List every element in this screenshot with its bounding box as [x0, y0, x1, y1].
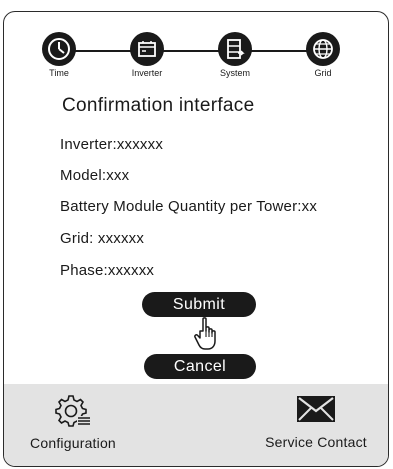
step-label-time: Time [49, 68, 69, 78]
step-time[interactable]: Time [29, 32, 89, 78]
bottom-nav: Configuration Service Contact [4, 384, 388, 466]
grid-value: Grid: xxxxxx [60, 230, 145, 247]
setup-stepper: Time Inverter System Grid [4, 12, 388, 97]
step-system[interactable]: System [205, 32, 265, 78]
page-title: Confirmation interface [62, 95, 255, 116]
model-value: Model:xxx [60, 167, 130, 184]
step-inverter[interactable]: Inverter [117, 32, 177, 78]
stepper-line [59, 50, 324, 52]
phase-value: Phase:xxxxxx [60, 262, 155, 279]
step-label-grid: Grid [314, 68, 332, 78]
envelope-icon [297, 396, 335, 422]
device-frame: Time Inverter System Grid Confirmation i… [3, 11, 389, 467]
step-label-inverter: Inverter [131, 68, 163, 78]
system-icon [218, 32, 252, 66]
step-label-system: System [219, 68, 250, 78]
battery-quantity-value: Battery Module Quantity per Tower:xx [60, 198, 318, 215]
step-grid[interactable]: Grid [293, 32, 353, 78]
hand-pointer-icon [194, 317, 216, 350]
configuration-label: Configuration [30, 435, 116, 451]
inverter-value: Inverter:xxxxxx [60, 136, 164, 153]
clock-icon [42, 32, 76, 66]
configuration-nav[interactable]: Configuration [18, 392, 128, 451]
inverter-icon [130, 32, 164, 66]
service-contact-nav[interactable]: Service Contact [250, 395, 382, 450]
submit-button[interactable]: Submit [142, 292, 256, 317]
cancel-button[interactable]: Cancel [144, 354, 256, 379]
globe-icon [306, 32, 340, 66]
gear-icon [55, 395, 91, 427]
service-contact-label: Service Contact [265, 434, 367, 450]
